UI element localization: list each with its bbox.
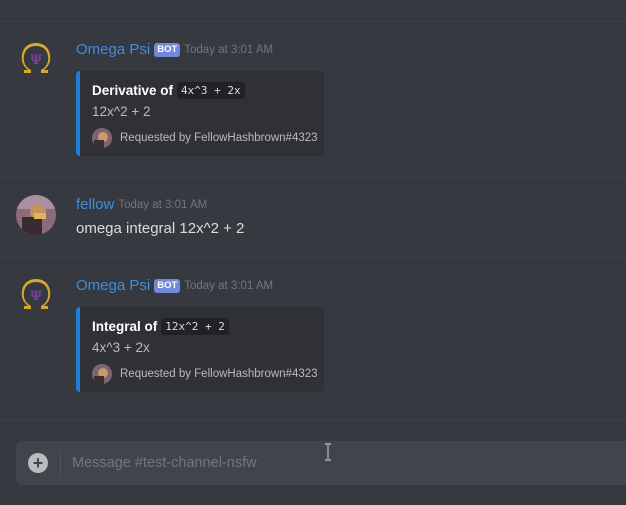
message-header: Omega Psi BOT Today at 3:01 AM	[76, 277, 273, 294]
omega-psi-avatar[interactable]: Ψ	[16, 276, 56, 316]
author-name[interactable]: fellow	[76, 196, 114, 213]
divider	[0, 257, 626, 258]
composer-separator	[60, 451, 61, 475]
embed-title: Integral of 12x^2 + 2	[92, 318, 229, 335]
timestamp[interactable]: Today at 3:01 AM	[184, 44, 273, 56]
requester-avatar-icon	[92, 128, 112, 148]
omega-logo-icon: Ψ	[21, 43, 51, 73]
add-attachment-button[interactable]: +	[28, 453, 48, 473]
embed-title-code: 4x^3 + 2x	[177, 82, 245, 99]
embed-description: 4x^3 + 2x	[92, 340, 150, 355]
user-avatar[interactable]	[16, 195, 56, 235]
embed-title: Derivative of 4x^3 + 2x	[92, 82, 245, 99]
divider-bottom	[0, 419, 626, 420]
embed-description: 12x^2 + 2	[92, 104, 151, 119]
embed-footer: Requested by FellowHashbrown#4323	[92, 128, 318, 148]
embed-footer-text: Requested by FellowHashbrown#4323	[120, 132, 318, 144]
embed-title-text: Integral of	[92, 319, 158, 334]
plus-icon: +	[32, 453, 44, 473]
requester-avatar-icon	[92, 364, 112, 384]
message-header: Omega Psi BOT Today at 3:01 AM	[76, 41, 273, 58]
omega-psi-avatar[interactable]: Ψ	[16, 40, 56, 80]
message-header: fellow Today at 3:01 AM	[76, 196, 207, 213]
svg-text:Ψ: Ψ	[30, 53, 42, 68]
message-input[interactable]	[72, 453, 612, 473]
message-content: omega integral 12x^2 + 2	[76, 220, 245, 237]
divider	[0, 177, 626, 178]
author-name[interactable]: Omega Psi	[76, 277, 150, 294]
bot-badge: BOT	[154, 278, 181, 293]
embed: Derivative of 4x^3 + 2x 12x^2 + 2 Reques…	[76, 71, 324, 156]
divider-top	[0, 21, 626, 22]
embed-title-code: 12x^2 + 2	[161, 318, 229, 335]
author-name[interactable]: Omega Psi	[76, 41, 150, 58]
svg-text:Ψ: Ψ	[30, 289, 42, 304]
embed-footer: Requested by FellowHashbrown#4323	[92, 364, 318, 384]
embed-footer-text: Requested by FellowHashbrown#4323	[120, 368, 318, 380]
embed-title-text: Derivative of	[92, 83, 174, 98]
embed: Integral of 12x^2 + 2 4x^3 + 2x Requeste…	[76, 307, 324, 392]
timestamp[interactable]: Today at 3:01 AM	[118, 199, 207, 211]
message-composer: +	[16, 441, 626, 485]
text-cursor-icon	[324, 443, 332, 466]
omega-logo-icon: Ψ	[21, 279, 51, 309]
timestamp[interactable]: Today at 3:01 AM	[184, 280, 273, 292]
fellow-avatar-icon	[16, 195, 56, 235]
bot-badge: BOT	[154, 42, 181, 57]
